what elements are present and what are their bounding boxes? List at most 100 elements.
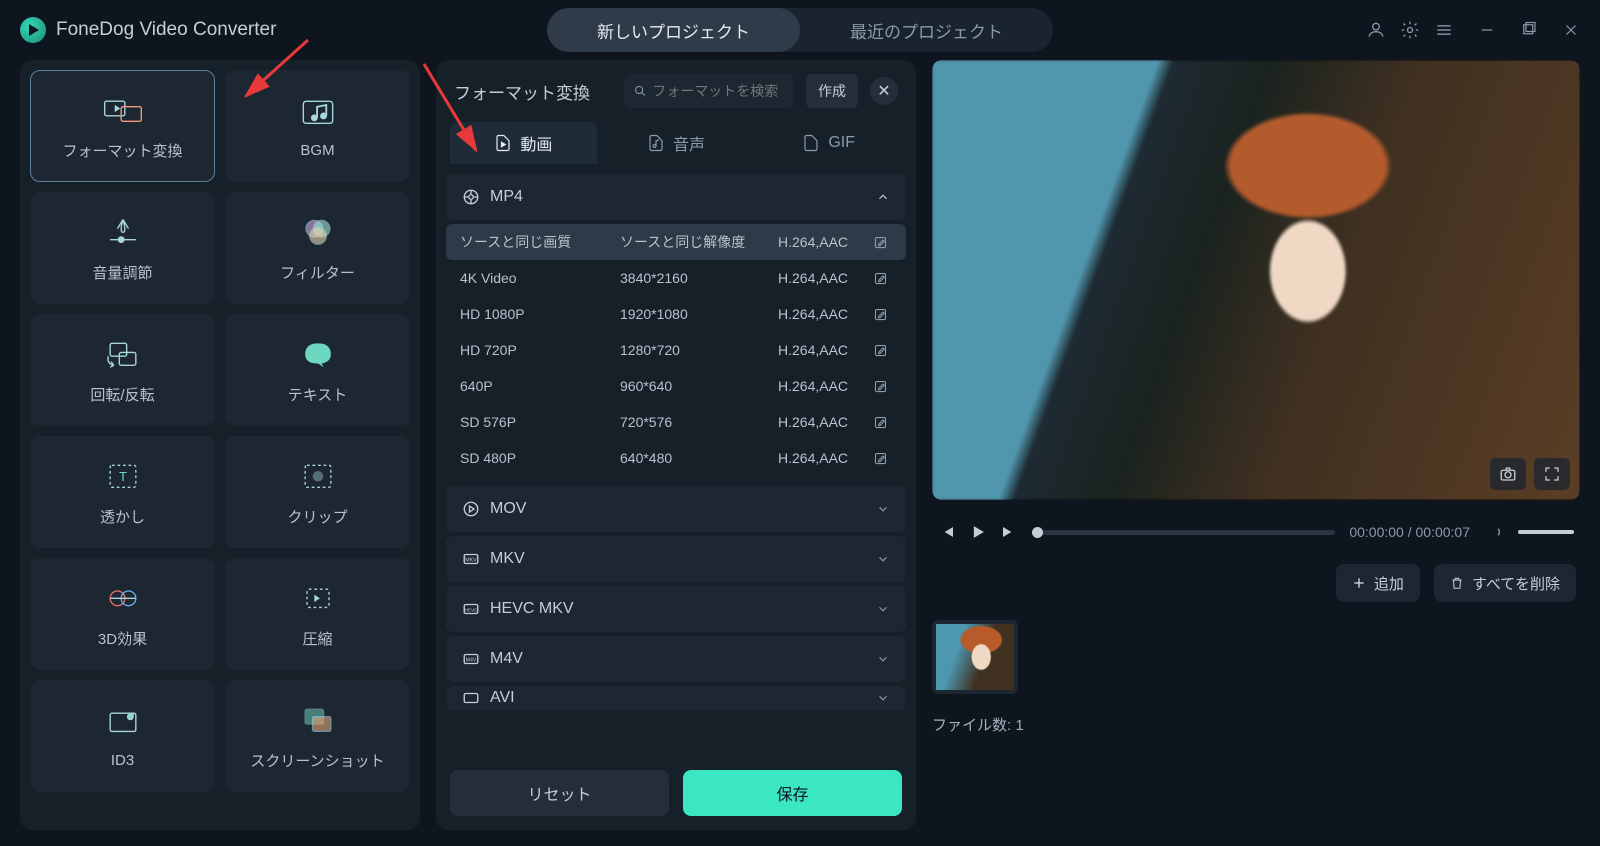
tool-text[interactable]: テキスト: [225, 314, 410, 426]
edit-preset-icon[interactable]: [868, 451, 892, 466]
tool-screenshot[interactable]: スクリーンショット: [225, 680, 410, 792]
preset-quality: HD 720P: [460, 342, 620, 358]
thumbnail-item[interactable]: [932, 620, 1018, 694]
edit-preset-icon[interactable]: [868, 379, 892, 394]
volume-icon[interactable]: [1484, 522, 1504, 542]
format-group-mov[interactable]: MOV: [446, 486, 906, 532]
account-icon[interactable]: [1366, 20, 1386, 40]
prev-button[interactable]: [938, 522, 958, 542]
app-logo-icon: [20, 17, 46, 43]
tool-bgm[interactable]: BGM: [225, 70, 410, 182]
volume-icon: [101, 214, 145, 252]
preset-codec: H.264,AAC: [778, 450, 868, 466]
preset-codec: H.264,AAC: [778, 234, 868, 250]
tool-compress[interactable]: 圧縮: [225, 558, 410, 670]
tool-rotate[interactable]: 回転/反転: [30, 314, 215, 426]
type-tab-gif[interactable]: GIF: [755, 122, 902, 164]
preset-codec: H.264,AAC: [778, 378, 868, 394]
close-panel-icon[interactable]: ✕: [870, 77, 898, 105]
preset-codec: H.264,AAC: [778, 414, 868, 430]
fullscreen-button[interactable]: [1534, 458, 1570, 490]
app-title: FoneDog Video Converter: [56, 19, 276, 41]
play-button[interactable]: [968, 522, 988, 542]
tab-recent-projects[interactable]: 最近のプロジェクト: [800, 8, 1053, 52]
preset-resolution: 1920*1080: [620, 306, 778, 322]
tool-clip[interactable]: クリップ: [225, 436, 410, 548]
preview-area: [932, 60, 1580, 500]
titlebar-right: [1366, 20, 1580, 40]
close-window-icon[interactable]: [1562, 21, 1580, 39]
file-actions: 追加 すべてを削除: [1336, 564, 1580, 602]
filter-icon: [296, 214, 340, 252]
preset-resolution: 1280*720: [620, 342, 778, 358]
tool-filter[interactable]: フィルター: [225, 192, 410, 304]
menu-icon[interactable]: [1434, 20, 1454, 40]
delete-all-button[interactable]: すべてを削除: [1434, 564, 1576, 602]
edit-preset-icon[interactable]: [868, 415, 892, 430]
tool-label: 圧縮: [302, 628, 332, 649]
tool-label: 3D効果: [98, 628, 147, 649]
preset-quality: SD 576P: [460, 414, 620, 430]
minimize-icon[interactable]: [1478, 21, 1496, 39]
format-group-hevc-mkv[interactable]: HEVC HEVC MKV: [446, 586, 906, 632]
svg-text:M4V: M4V: [466, 657, 477, 663]
preset-codec: H.264,AAC: [778, 306, 868, 322]
tool-label: フィルター: [280, 262, 355, 283]
tool-watermark[interactable]: T 透かし: [30, 436, 215, 548]
search-input[interactable]: [652, 83, 784, 99]
tool-label: スクリーンショット: [250, 750, 384, 771]
edit-preset-icon[interactable]: [868, 307, 892, 322]
preset-codec: H.264,AAC: [778, 342, 868, 358]
type-tab-audio[interactable]: 音声: [603, 122, 750, 164]
format-group-m4v[interactable]: M4V M4V: [446, 636, 906, 682]
tool-id3[interactable]: ID3: [30, 680, 215, 792]
tool-format-convert[interactable]: フォーマット変換: [30, 70, 215, 182]
format-list: MP4 ソースと同じ画質ソースと同じ解像度H.264,AAC4K Video38…: [436, 174, 916, 756]
format-panel: フォーマット変換 作成 ✕ 動画 音声 GIF: [436, 60, 916, 830]
next-button[interactable]: [998, 522, 1018, 542]
edit-preset-icon[interactable]: [868, 343, 892, 358]
search-box[interactable]: [624, 74, 794, 108]
bgm-icon: [296, 94, 340, 132]
format-group-mkv[interactable]: MKV MKV: [446, 536, 906, 582]
preset-row[interactable]: 4K Video3840*2160H.264,AAC: [446, 260, 906, 296]
progress-slider[interactable]: [1032, 530, 1335, 535]
tool-label: 透かし: [100, 506, 145, 527]
preset-resolution: 3840*2160: [620, 270, 778, 286]
preset-row[interactable]: HD 720P1280*720H.264,AAC: [446, 332, 906, 368]
preview-frame: [932, 60, 1580, 500]
preset-row[interactable]: HD 1080P1920*1080H.264,AAC: [446, 296, 906, 332]
format-group-mp4[interactable]: MP4: [446, 174, 906, 220]
file-count: ファイル数: 1: [932, 714, 1580, 735]
tool-label: クリップ: [287, 506, 347, 527]
panel-title: フォーマット変換: [454, 79, 612, 104]
snapshot-button[interactable]: [1490, 458, 1526, 490]
settings-icon[interactable]: [1400, 20, 1420, 40]
thumbnails: [932, 620, 1580, 694]
tool-label: 回転/反転: [90, 384, 154, 405]
tool-label: ID3: [111, 752, 134, 769]
chevron-down-icon: [876, 691, 890, 705]
tool-volume[interactable]: 音量調節: [30, 192, 215, 304]
maximize-icon[interactable]: [1520, 21, 1538, 39]
add-button[interactable]: 追加: [1336, 564, 1420, 602]
preset-row[interactable]: SD 576P720*576H.264,AAC: [446, 404, 906, 440]
tool-label: テキスト: [288, 384, 348, 405]
preset-row[interactable]: 640P960*640H.264,AAC: [446, 368, 906, 404]
edit-preset-icon[interactable]: [868, 235, 892, 250]
save-button[interactable]: 保存: [683, 770, 902, 816]
tab-new-project[interactable]: 新しいプロジェクト: [547, 8, 800, 52]
edit-preset-icon[interactable]: [868, 271, 892, 286]
tools-panel: フォーマット変換 BGM 音量調節 フィルター 回転/反転 テキスト T 透かし: [20, 60, 420, 830]
type-tab-video[interactable]: 動画: [450, 122, 597, 164]
volume-slider[interactable]: [1518, 530, 1574, 534]
create-button[interactable]: 作成: [806, 74, 858, 108]
preset-quality: 4K Video: [460, 270, 620, 286]
tool-3d[interactable]: 3D効果: [30, 558, 215, 670]
reset-button[interactable]: リセット: [450, 770, 669, 816]
format-group-avi[interactable]: AVI: [446, 686, 906, 710]
preset-codec: H.264,AAC: [778, 270, 868, 286]
preset-row[interactable]: ソースと同じ画質ソースと同じ解像度H.264,AAC: [446, 224, 906, 260]
preset-row[interactable]: SD 480P640*480H.264,AAC: [446, 440, 906, 476]
watermark-icon: T: [101, 458, 145, 496]
